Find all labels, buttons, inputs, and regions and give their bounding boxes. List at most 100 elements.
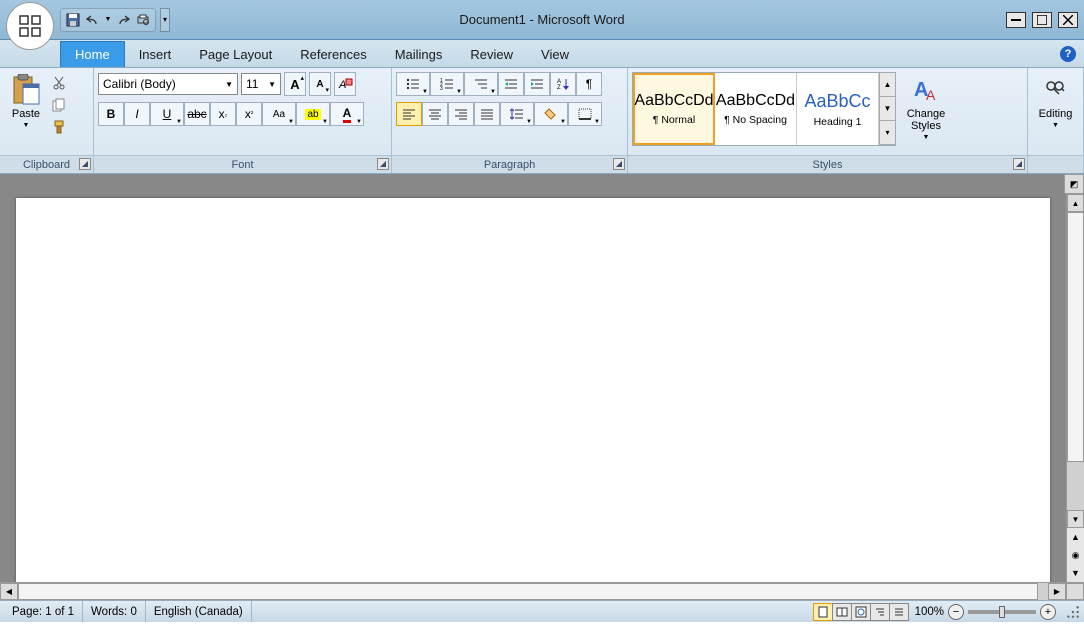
numbering-button[interactable]: 123▼	[430, 72, 464, 96]
font-name-combo[interactable]: Calibri (Body)▼	[98, 73, 238, 95]
minimize-button[interactable]	[1006, 12, 1026, 28]
hscroll-thumb[interactable]	[18, 583, 1038, 600]
print-preview-icon[interactable]	[134, 11, 152, 29]
ruler-toggle-icon[interactable]: ◩	[1064, 174, 1084, 194]
bold-button[interactable]: B	[98, 102, 124, 126]
status-words[interactable]: Words: 0	[83, 601, 146, 622]
horizontal-scrollbar: ◀ ▶	[0, 582, 1084, 600]
zoom-out-button[interactable]: −	[948, 604, 964, 620]
decrease-indent-button[interactable]	[498, 72, 524, 96]
underline-button[interactable]: U▼	[150, 102, 184, 126]
style-no-spacing[interactable]: AaBbCcDd ¶ No Spacing	[715, 73, 797, 145]
tab-mailings[interactable]: Mailings	[381, 42, 457, 67]
scroll-down-icon[interactable]: ▼	[1067, 510, 1084, 528]
gallery-more-icon[interactable]: ▾	[880, 121, 895, 145]
subscript-button[interactable]: x₂	[210, 102, 236, 126]
resize-grip-icon[interactable]	[1066, 605, 1080, 619]
align-left-button[interactable]	[396, 102, 422, 126]
undo-icon[interactable]	[84, 11, 102, 29]
increase-indent-button[interactable]	[524, 72, 550, 96]
strikethrough-button[interactable]: abc	[184, 102, 210, 126]
svg-text:A: A	[926, 87, 936, 103]
scroll-up-icon[interactable]: ▲	[1067, 194, 1084, 212]
vscroll-thumb[interactable]	[1067, 212, 1084, 462]
print-layout-view-icon[interactable]	[813, 603, 833, 621]
tab-references[interactable]: References	[286, 42, 380, 67]
superscript-button[interactable]: x²	[236, 102, 262, 126]
zoom-slider[interactable]	[968, 610, 1036, 614]
italic-button[interactable]: I	[124, 102, 150, 126]
qat-customize[interactable]: ▾	[160, 8, 170, 32]
office-button[interactable]	[6, 2, 54, 50]
style-name-label: ¶ No Spacing	[724, 114, 787, 126]
maximize-button[interactable]	[1032, 12, 1052, 28]
tab-home[interactable]: Home	[60, 41, 125, 67]
shrink-font-button[interactable]: A▾	[309, 72, 331, 96]
prev-page-icon[interactable]: ▲	[1067, 528, 1084, 546]
zoom-slider-knob[interactable]	[999, 606, 1005, 618]
zoom-level[interactable]: 100%	[915, 606, 944, 618]
web-layout-view-icon[interactable]	[851, 603, 871, 621]
font-color-button[interactable]: A▼	[330, 102, 364, 126]
font-launcher[interactable]: ◢	[377, 158, 389, 170]
document-page[interactable]	[16, 198, 1050, 582]
paragraph-launcher[interactable]: ◢	[613, 158, 625, 170]
help-icon[interactable]: ?	[1060, 46, 1076, 62]
shading-button[interactable]: ▼	[534, 102, 568, 126]
copy-icon[interactable]	[50, 96, 68, 114]
window-title: Document1 - Microsoft Word	[459, 12, 624, 27]
clear-formatting-button[interactable]: A	[334, 72, 356, 96]
browse-object-icon[interactable]: ◉	[1067, 546, 1084, 564]
align-center-button[interactable]	[422, 102, 448, 126]
font-size-combo[interactable]: 11▼	[241, 73, 281, 95]
change-styles-button[interactable]: AA Change Styles ▼	[898, 72, 954, 143]
chevron-down-icon[interactable]: ▼	[268, 80, 276, 89]
sort-button[interactable]: AZ	[550, 72, 576, 96]
tab-insert[interactable]: Insert	[125, 42, 186, 67]
redo-icon[interactable]	[114, 11, 132, 29]
tab-view[interactable]: View	[527, 42, 583, 67]
close-button[interactable]	[1058, 12, 1078, 28]
draft-view-icon[interactable]	[889, 603, 909, 621]
gallery-up-icon[interactable]: ▲	[880, 73, 895, 97]
chevron-down-icon[interactable]: ▼	[225, 80, 233, 89]
status-page[interactable]: Page: 1 of 1	[4, 601, 83, 622]
full-screen-view-icon[interactable]	[832, 603, 852, 621]
next-page-icon[interactable]: ▼	[1067, 564, 1084, 582]
highlight-button[interactable]: ab▼	[296, 102, 330, 126]
tab-review[interactable]: Review	[456, 42, 527, 67]
change-case-button[interactable]: Aa▼	[262, 102, 296, 126]
paste-dropdown[interactable]: ▼	[23, 122, 30, 129]
multilevel-list-button[interactable]: ▼	[464, 72, 498, 96]
save-icon[interactable]	[64, 11, 82, 29]
style-heading-1[interactable]: AaBbCc Heading 1	[797, 73, 879, 145]
status-language[interactable]: English (Canada)	[146, 601, 252, 622]
zoom-in-button[interactable]: +	[1040, 604, 1056, 620]
bullets-button[interactable]: ▼	[396, 72, 430, 96]
group-editing: Editing ▼	[1028, 68, 1084, 173]
group-font: Calibri (Body)▼ 11▼ A▴ A▾ A B I U▼ abc x…	[94, 68, 392, 173]
undo-dropdown[interactable]: ▼	[104, 16, 112, 23]
hscroll-track[interactable]	[18, 583, 1048, 600]
change-styles-dropdown[interactable]: ▼	[923, 134, 930, 141]
styles-launcher[interactable]: ◢	[1013, 158, 1025, 170]
format-painter-icon[interactable]	[50, 118, 68, 136]
style-normal[interactable]: AaBbCcDd ¶ Normal	[633, 73, 715, 145]
justify-button[interactable]	[474, 102, 500, 126]
cut-icon[interactable]	[50, 74, 68, 92]
show-formatting-button[interactable]: ¶	[576, 72, 602, 96]
scroll-right-icon[interactable]: ▶	[1048, 583, 1066, 600]
clipboard-launcher[interactable]: ◢	[79, 158, 91, 170]
align-right-button[interactable]	[448, 102, 474, 126]
outline-view-icon[interactable]	[870, 603, 890, 621]
gallery-down-icon[interactable]: ▼	[880, 97, 895, 121]
vscroll-track[interactable]	[1067, 212, 1084, 510]
paste-button[interactable]: Paste ▼	[4, 72, 48, 131]
editing-dropdown[interactable]: ▼	[1052, 122, 1059, 129]
grow-font-button[interactable]: A▴	[284, 72, 306, 96]
scroll-left-icon[interactable]: ◀	[0, 583, 18, 600]
line-spacing-button[interactable]: ▼	[500, 102, 534, 126]
borders-button[interactable]: ▼	[568, 102, 602, 126]
tab-page-layout[interactable]: Page Layout	[185, 42, 286, 67]
editing-button[interactable]: Editing ▼	[1033, 72, 1079, 131]
